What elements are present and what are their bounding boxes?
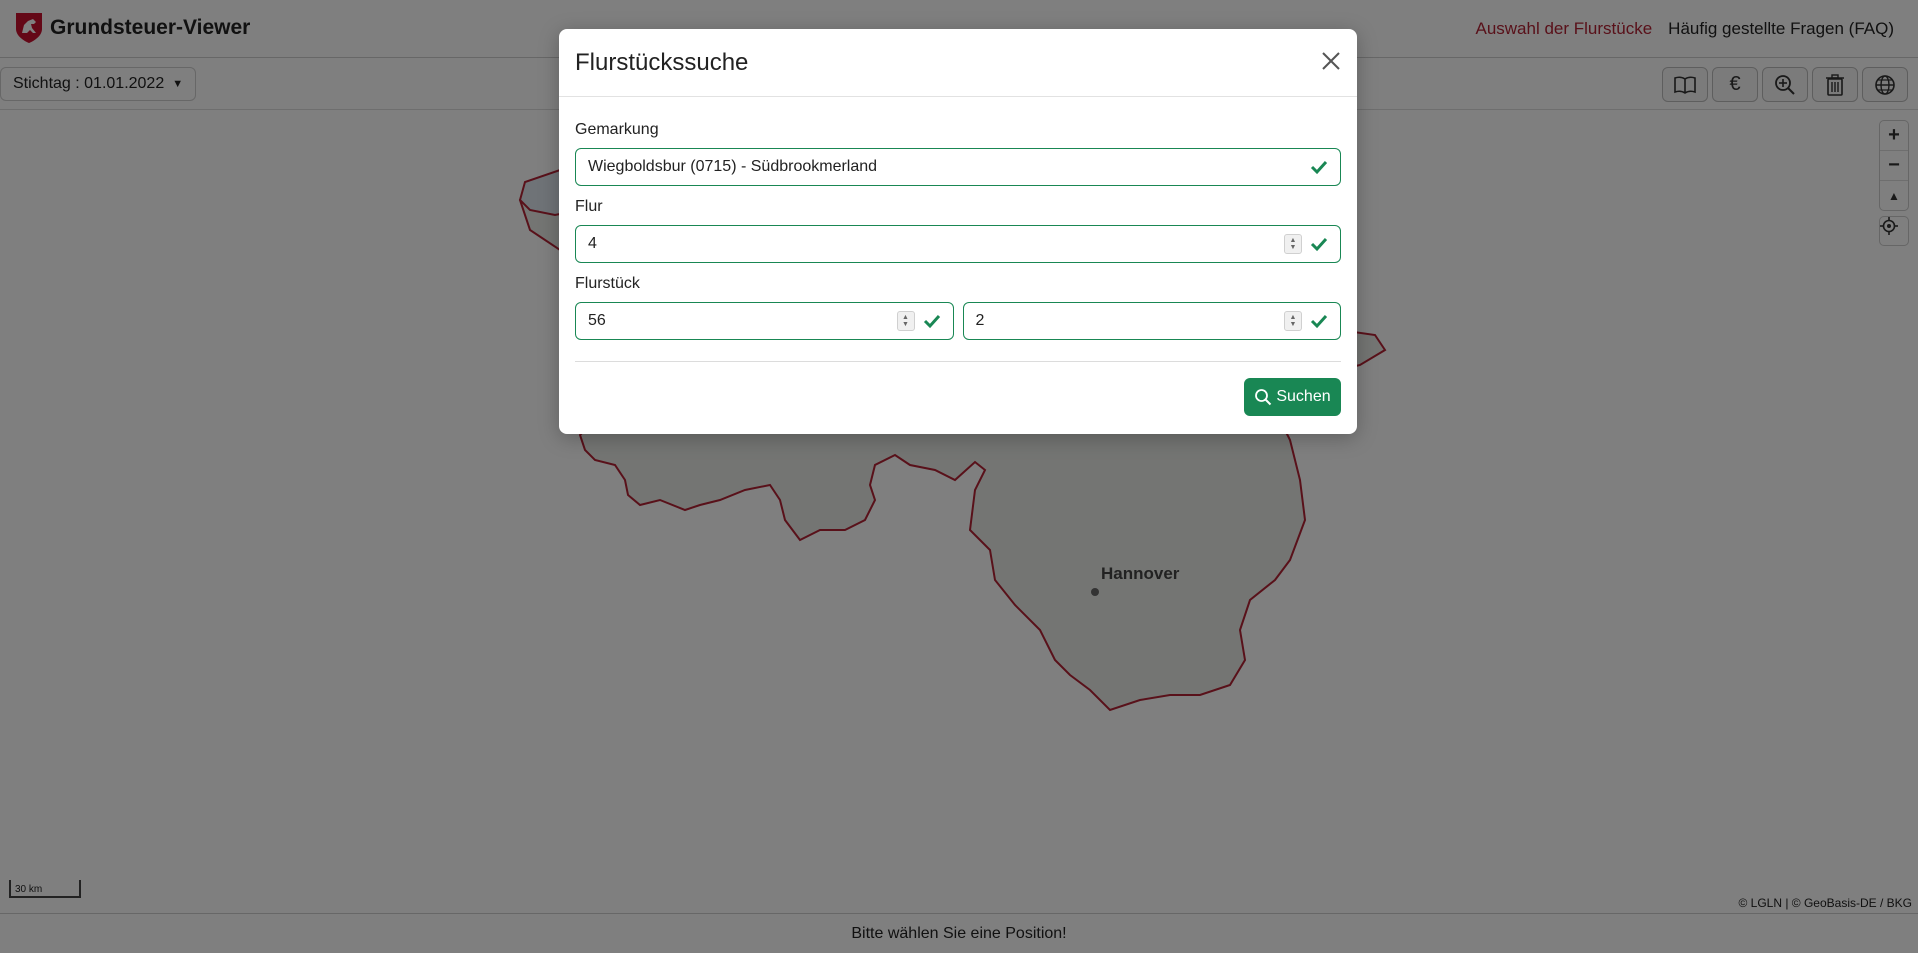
search-button-label: Suchen [1276,388,1331,405]
dialog-body: Gemarkung Wiegboldsbur (0715) - Südbrook… [559,121,1357,416]
dialog-title: Flurstückssuche [575,49,749,76]
dialog-footer: Suchen [575,378,1341,416]
nenner-spinner[interactable]: ▲ ▼ [1284,311,1302,331]
zaehler-value: 56 [588,312,606,329]
parcel-search-dialog: Flurstückssuche Gemarkung Wiegboldsbur (… [559,29,1357,434]
close-icon[interactable] [1319,49,1343,73]
checkmark-icon [1310,237,1328,252]
flurstueck-row: 56 ▲ ▼ 2 ▲ ▼ [575,302,1341,340]
dialog-divider [575,361,1341,362]
checkmark-icon [923,314,940,329]
search-button[interactable]: Suchen [1244,378,1341,416]
gemarkung-field[interactable]: Wiegboldsbur (0715) - Südbrookmerland [575,148,1341,186]
search-icon [1255,389,1272,406]
zaehler-spinner[interactable]: ▲ ▼ [896,311,915,331]
checkmark-icon [1310,160,1328,175]
nenner-value: 2 [975,312,985,329]
gemarkung-label: Gemarkung [575,121,659,138]
flurstueck-nenner-field[interactable]: 2 ▲ ▼ [962,302,1341,340]
flur-spinner[interactable]: ▲ ▼ [1284,234,1302,254]
flurstueck-zaehler-field[interactable]: 56 ▲ ▼ [575,302,954,340]
flur-value: 4 [588,235,597,252]
flurstueck-label: Flurstück [575,275,640,292]
checkmark-icon [1310,314,1328,329]
flur-field[interactable]: 4 ▲ ▼ [575,225,1341,263]
flur-label: Flur [575,198,603,215]
dialog-header: Flurstückssuche [559,29,1357,97]
gemarkung-value: Wiegboldsbur (0715) - Südbrookmerland [588,158,878,175]
